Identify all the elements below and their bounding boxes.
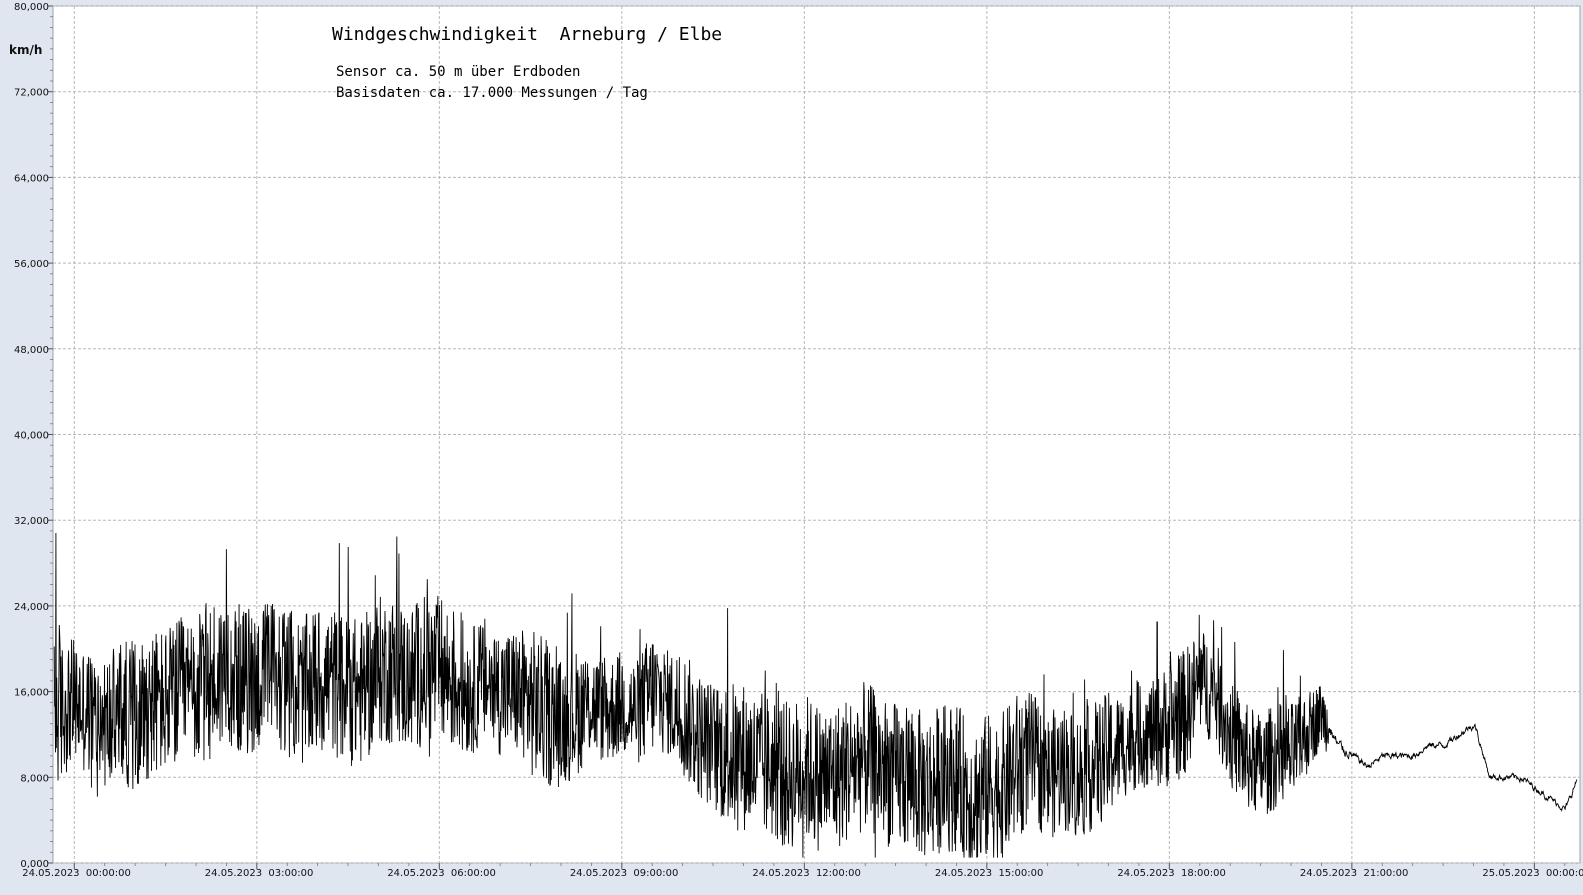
x-tick-label: 24.05.2023 15:00:00 — [935, 868, 1044, 879]
x-tick-labels: 24.05.2023 00:00:00 24.05.2023 03:00:00 24… — [22, 868, 1583, 879]
chart-title: Windgeschwindigkeit Arneburg / Elbe — [332, 24, 722, 45]
y-tick-label: 56,000 — [14, 259, 49, 270]
chart-subtitle-basisdaten: Basisdaten ca. 17.000 Messungen / Tag — [336, 85, 648, 101]
y-tick-label: 80,000 — [14, 2, 49, 13]
wind-speed-chart: 0,0008,00016,00024,00032,00040,00048,000… — [0, 0, 1583, 895]
y-tick-label: 24,000 — [14, 602, 49, 613]
x-tick-label: 24.05.2023 03:00:00 — [205, 868, 314, 879]
y-tick-label: 40,000 — [14, 431, 49, 442]
y-tick-label: 48,000 — [14, 345, 49, 356]
x-tick-label: 25.05.2023 00:00:00 — [1482, 868, 1583, 879]
x-tick-label: 24.05.2023 09:00:00 — [570, 868, 679, 879]
x-tick-label: 24.05.2023 06:00:00 — [387, 868, 496, 879]
y-tick-label: 32,000 — [14, 516, 49, 527]
y-tick-label: 16,000 — [14, 688, 49, 699]
chart-subtitle-sensor: Sensor ca. 50 m über Erdboden — [336, 64, 580, 80]
x-tick-label: 24.05.2023 12:00:00 — [752, 868, 861, 879]
x-tick-label: 24.05.2023 21:00:00 — [1300, 868, 1409, 879]
chart-frame: 0,000 8,000 16,000 24,000 32,000 40,000 48,000… — [0, 0, 1583, 895]
x-tick-label: 24.05.2023 18:00:00 — [1117, 868, 1226, 879]
y-tick-label: 64,000 — [14, 173, 49, 184]
x-tick-label: 24.05.2023 00:00:00 — [22, 868, 131, 879]
y-axis-label: km/h — [9, 43, 42, 57]
y-tick-label: 8,000 — [20, 773, 49, 784]
y-tick-label: 72,000 — [14, 88, 49, 99]
